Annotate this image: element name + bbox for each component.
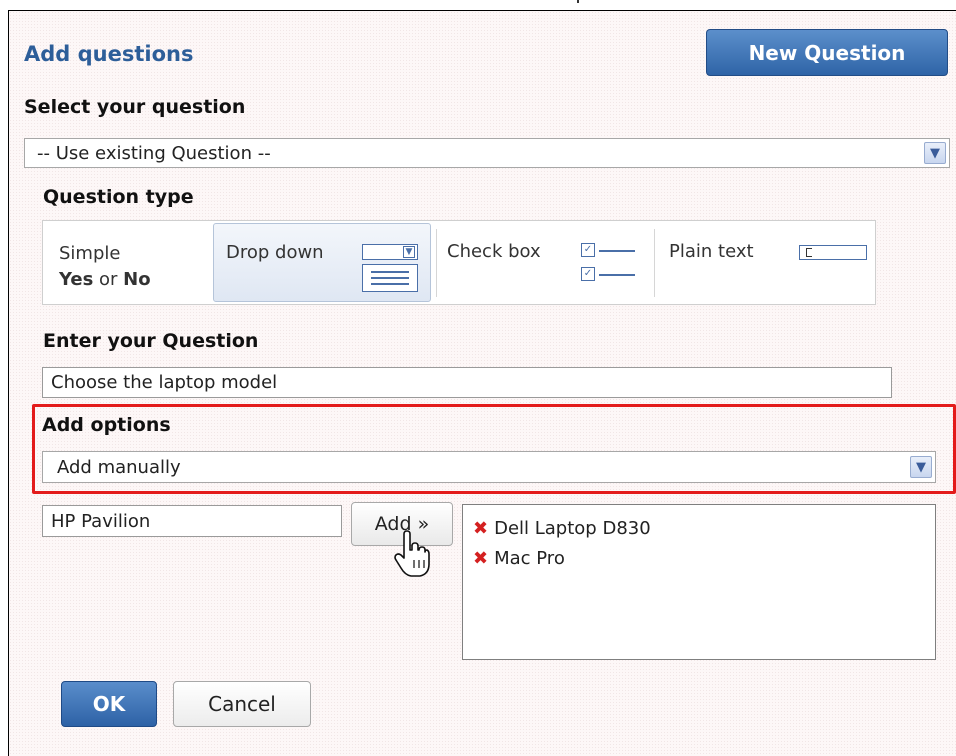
dialog-title: Add questions bbox=[24, 42, 194, 66]
question-type-label: Question type bbox=[43, 186, 194, 208]
question-type-selector: Simple Yes or No Drop down ▼ Check box ✓… bbox=[42, 220, 876, 305]
enter-question-label: Enter your Question bbox=[43, 330, 259, 352]
add-options-label: Add options bbox=[42, 414, 171, 436]
ok-button[interactable]: OK bbox=[61, 681, 157, 727]
qtype-dropdown[interactable]: Drop down ▼ bbox=[213, 223, 431, 302]
qtype-simple-label: Simple bbox=[59, 243, 121, 264]
list-item[interactable]: ✖ Mac Pro bbox=[473, 543, 935, 573]
remove-x-icon[interactable]: ✖ bbox=[473, 518, 488, 539]
qtype-dropdown-label: Drop down bbox=[226, 242, 324, 263]
qtype-separator bbox=[654, 229, 655, 297]
qtype-or-label: or bbox=[93, 269, 124, 290]
checkbox-preview-line bbox=[599, 274, 635, 276]
cancel-button[interactable]: Cancel bbox=[173, 681, 311, 727]
checkbox-preview-line bbox=[599, 250, 635, 252]
select-question-label: Select your question bbox=[24, 96, 246, 118]
checkbox-preview-icon: ✓ bbox=[581, 243, 595, 257]
add-options-value: Add manually bbox=[57, 456, 181, 478]
qtype-plaintext-label: Plain text bbox=[669, 241, 754, 262]
option-label: Dell Laptop D830 bbox=[494, 517, 651, 539]
top-edge-mark bbox=[577, 0, 579, 3]
checkbox-preview-icon: ✓ bbox=[581, 267, 595, 281]
qtype-checkbox[interactable]: Check box ✓ ✓ bbox=[441, 221, 651, 304]
qtype-plaintext[interactable]: Plain text bbox=[659, 221, 871, 304]
select-question-dropdown[interactable]: -- Use existing Question -- ▼ bbox=[24, 138, 950, 168]
qtype-yes-label: Yes bbox=[59, 269, 94, 290]
hand-pointer-icon bbox=[394, 530, 430, 577]
add-options-dropdown[interactable]: Add manually ▼ bbox=[42, 451, 936, 483]
dropdown-preview-icon: ▼ bbox=[362, 244, 418, 260]
chevron-down-icon[interactable]: ▼ bbox=[910, 456, 932, 478]
options-list[interactable]: ✖ Dell Laptop D830 ✖ Mac Pro bbox=[462, 504, 936, 660]
text-field-preview-icon bbox=[799, 245, 867, 260]
chevron-down-icon[interactable]: ▼ bbox=[924, 142, 946, 164]
list-preview-icon bbox=[362, 264, 418, 292]
option-text-input[interactable]: HP Pavilion bbox=[42, 505, 342, 537]
new-question-button[interactable]: New Question bbox=[706, 29, 948, 76]
option-label: Mac Pro bbox=[494, 547, 565, 569]
list-item[interactable]: ✖ Dell Laptop D830 bbox=[473, 513, 935, 543]
remove-x-icon[interactable]: ✖ bbox=[473, 548, 488, 569]
qtype-separator bbox=[436, 229, 437, 297]
select-question-value: -- Use existing Question -- bbox=[37, 142, 271, 164]
question-text-input[interactable]: Choose the laptop model bbox=[42, 367, 892, 398]
qtype-simple-yes-no[interactable]: Simple Yes or No bbox=[53, 221, 213, 304]
qtype-no-label: No bbox=[123, 269, 151, 290]
qtype-checkbox-label: Check box bbox=[447, 241, 541, 262]
